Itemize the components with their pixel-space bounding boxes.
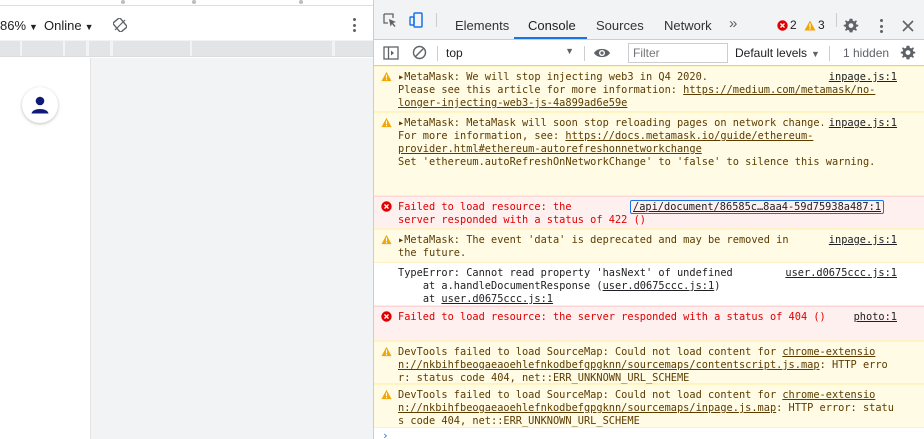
eye-icon[interactable]: [593, 45, 611, 61]
console-messages: ▸MetaMask: We will stop injecting web3 i…: [374, 66, 924, 439]
tab-sources[interactable]: Sources: [596, 18, 644, 33]
device-toolbar: 86% ▼ Online ▼: [0, 6, 373, 40]
network-throttle-select[interactable]: Online ▼: [44, 18, 94, 33]
error-icon: [381, 201, 392, 212]
hidden-count: 1 hidden: [843, 46, 890, 60]
close-icon[interactable]: [901, 19, 915, 33]
page-area: [0, 58, 373, 439]
log-levels-select[interactable]: Default levels ▼: [735, 46, 820, 60]
page-content: [0, 58, 91, 439]
console-prompt[interactable]: ›: [382, 429, 389, 439]
page-viewport: 86% ▼ Online ▼: [0, 0, 373, 439]
console-message-error: Failed to load resource: the server resp…: [374, 306, 924, 341]
warning-icon: [381, 117, 392, 128]
message-text[interactable]: ▸MetaMask: The event 'data' is deprecate…: [398, 234, 795, 259]
console-message-error-trace: TypeError: Cannot read property 'hasNext…: [374, 263, 924, 306]
warning-icon: [381, 389, 392, 400]
gear-icon[interactable]: [843, 18, 859, 34]
more-tabs-button[interactable]: »: [729, 15, 737, 32]
active-tab-indicator: [514, 37, 587, 39]
clear-console-icon[interactable]: [412, 45, 427, 60]
chevron-down-icon: ▼: [29, 22, 38, 32]
context-select[interactable]: top ▼: [444, 44, 580, 62]
console-message-warning: DevTools failed to load SourceMap: Could…: [374, 341, 924, 384]
message-text: DevTools failed to load SourceMap: Could…: [398, 389, 783, 401]
divider: [836, 13, 837, 27]
message-link[interactable]: user.d0675ccc.js:1: [441, 293, 553, 305]
source-link[interactable]: inpage.js:1: [822, 234, 897, 247]
tab-elements[interactable]: Elements: [455, 18, 509, 33]
warning-icon: [381, 234, 392, 245]
more-options-icon[interactable]: [875, 18, 887, 34]
message-text: TypeError: Cannot read property 'hasNext…: [398, 267, 733, 279]
avatar[interactable]: [22, 87, 58, 123]
warning-icon: [804, 20, 816, 30]
message-text: ): [714, 280, 721, 292]
error-count-badge[interactable]: 2: [777, 18, 797, 32]
message-text: Please see this article for more informa…: [398, 84, 684, 96]
sidebar-toggle-icon[interactable]: [383, 45, 399, 61]
message-link[interactable]: user.d0675ccc.js:1: [603, 280, 715, 292]
source-link[interactable]: photo:1: [847, 311, 897, 324]
message-text: Set 'ethereum.autoRefreshOnNetworkChange…: [398, 156, 876, 168]
console-message-error: Failed to load resource: the server resp…: [374, 196, 924, 229]
chevron-down-icon: ▼: [565, 46, 574, 56]
error-icon: [777, 19, 788, 31]
device-toggle-icon[interactable]: [409, 12, 425, 28]
warning-count-badge[interactable]: 3: [804, 18, 825, 32]
message-text[interactable]: ▸MetaMask: We will stop injecting web3 i…: [398, 71, 708, 83]
divider: [829, 46, 830, 61]
message-text: Failed to load resource: the: [398, 201, 572, 213]
filter-input[interactable]: [628, 43, 728, 63]
devtools-panel: Elements Console Sources Network » 2 3 t…: [373, 0, 924, 439]
warning-icon: [381, 71, 392, 82]
media-query-ruler: [0, 40, 373, 57]
warning-icon: [381, 346, 392, 357]
message-text[interactable]: ▸MetaMask: MetaMask will soon stop reloa…: [398, 117, 826, 129]
message-text: Failed to load resource: the server resp…: [398, 311, 826, 323]
message-text: For more information, see:: [398, 130, 566, 142]
zoom-select[interactable]: 86% ▼: [0, 18, 38, 33]
message-text: at a.handleDocumentResponse (: [398, 280, 603, 292]
more-options-icon[interactable]: [348, 17, 360, 33]
divider: [437, 46, 438, 61]
console-message-warning: DevTools failed to load SourceMap: Could…: [374, 384, 924, 428]
user-icon: [31, 96, 49, 114]
devtools-tabbar: Elements Console Sources Network » 2 3: [374, 0, 924, 40]
chevron-down-icon: ▼: [84, 22, 94, 32]
source-link[interactable]: /api/document/86585c…8aa4-59d75938a487:1: [630, 200, 884, 214]
console-message-warning: ▸MetaMask: The event 'data' is deprecate…: [374, 229, 924, 263]
message-text: server responded with a status of 422 (): [398, 214, 646, 226]
source-link[interactable]: inpage.js:1: [822, 71, 897, 84]
tab-console[interactable]: Console: [528, 18, 576, 33]
message-text: DevTools failed to load SourceMap: Could…: [398, 346, 783, 358]
source-link[interactable]: user.d0675ccc.js:1: [779, 267, 897, 280]
chevron-down-icon: ▼: [811, 49, 820, 59]
tab-network[interactable]: Network: [664, 18, 712, 33]
rotate-icon[interactable]: [113, 18, 127, 32]
error-icon: [381, 311, 392, 322]
divider: [436, 13, 437, 27]
source-link[interactable]: inpage.js:1: [822, 117, 897, 130]
console-toolbar: top ▼ Default levels▼ 1 hidden: [374, 40, 924, 66]
console-message-warning: ▸MetaMask: We will stop injecting web3 i…: [374, 66, 924, 112]
console-message-warning: ▸MetaMask: MetaMask will soon stop reloa…: [374, 112, 924, 196]
divider: [584, 46, 585, 61]
console-settings-gear-icon[interactable]: [900, 45, 916, 61]
inspect-element-icon[interactable]: [382, 12, 398, 28]
message-text: at: [398, 293, 442, 305]
